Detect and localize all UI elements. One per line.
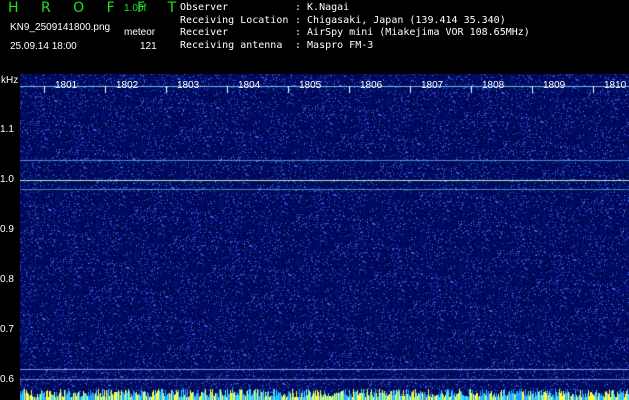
meteor-count: 121 xyxy=(140,41,157,52)
time-tick-label: 1809 xyxy=(543,80,566,91)
observation-metadata: Observer: K.Nagai Receiving Location: Ch… xyxy=(180,2,530,52)
y-tick-label: 0.7 xyxy=(0,324,14,335)
y-tick-label: 1.1 xyxy=(0,124,14,135)
time-tick-label: 1805 xyxy=(299,80,322,91)
y-tick-label: 0.9 xyxy=(0,224,14,235)
app-title: H R O F F T xyxy=(8,0,186,16)
time-tick-label: 1803 xyxy=(177,80,200,91)
y-tick-label: 0.8 xyxy=(0,274,14,285)
time-tick-label: 1810 xyxy=(604,80,627,91)
meta-location: Receiving Location: Chigasaki, Japan (13… xyxy=(180,14,506,26)
time-tick-label: 1808 xyxy=(482,80,505,91)
y-tick-label: 0.6 xyxy=(0,374,14,385)
meta-receiver: Receiver: AirSpy mini (Miakejima VOR 108… xyxy=(180,27,530,38)
y-axis-unit: kHz xyxy=(1,75,19,86)
meta-antenna: Receiving antenna: Maspro FM-3 xyxy=(180,39,374,51)
y-tick-label: 1.0 xyxy=(0,174,14,185)
app-version: 1.00f xyxy=(124,3,147,14)
spectrogram xyxy=(20,74,629,400)
time-tick-label: 1802 xyxy=(116,80,139,91)
time-tick-label: 1807 xyxy=(421,80,444,91)
time-tick-label: 1804 xyxy=(238,80,261,91)
time-tick-label: 1801 xyxy=(55,80,78,91)
meta-observer: Observer: K.Nagai xyxy=(180,2,350,13)
header-panel: H R O F F T 1.00f KN9_2509141800.png met… xyxy=(0,0,629,74)
file-name: KN9_2509141800.png xyxy=(10,22,111,33)
time-tick-label: 1806 xyxy=(360,80,383,91)
mode-label: meteor xyxy=(124,27,156,38)
date-time: 25.09.14 18:00 xyxy=(10,41,77,52)
